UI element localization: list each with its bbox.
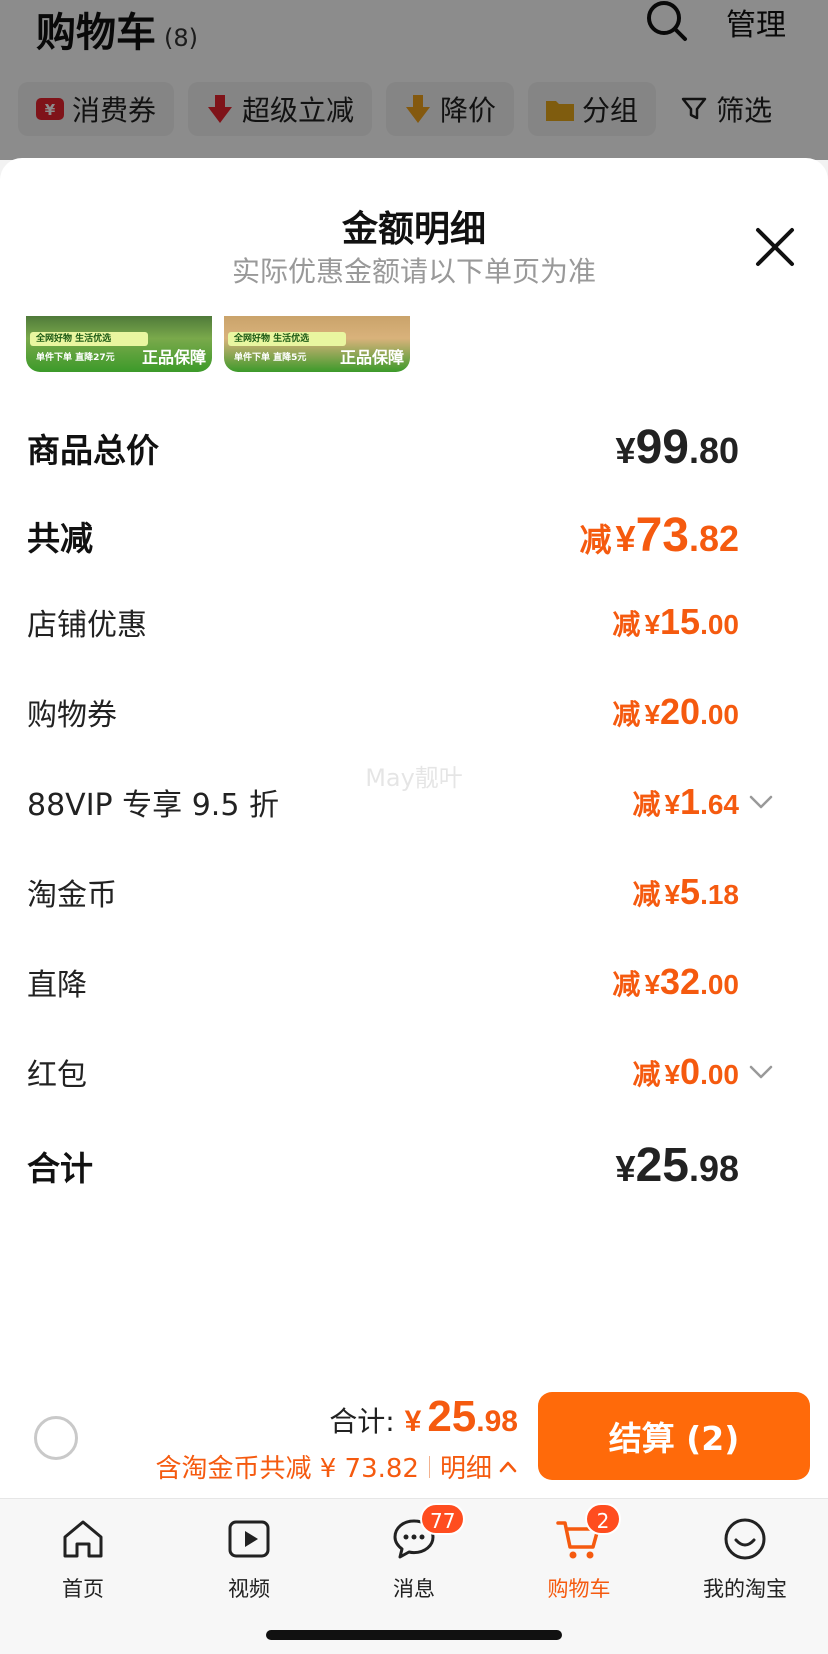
row-shop-discount: 店铺优惠 减 ¥15.00 xyxy=(27,600,775,644)
thumb-promo-text: 单件下单 直降5元 xyxy=(234,353,307,363)
sheet-subtitle: 实际优惠金额请以下单页为准 xyxy=(231,255,596,288)
smile-icon xyxy=(724,1518,766,1560)
checkout-button[interactable]: 结算 (2) xyxy=(538,1392,810,1480)
tab-label: 视频 xyxy=(228,1577,270,1601)
row-total-discount: 共减 减 ¥73.82 xyxy=(27,508,775,563)
tab-label: 我的淘宝 xyxy=(703,1577,787,1601)
overlay-dim[interactable] xyxy=(0,0,828,160)
detail-toggle[interactable]: 明细 xyxy=(440,1448,518,1485)
row-label: 合计 xyxy=(27,1148,93,1188)
select-all-checkbox[interactable] xyxy=(34,1416,78,1460)
row-label: 共减 xyxy=(27,518,93,558)
amount-value: 减 ¥73.82 xyxy=(579,509,739,562)
row-direct-discount: 直降 减 ¥32.00 xyxy=(27,960,775,1004)
total-amount: ¥25.98 xyxy=(404,1392,518,1441)
row-label: 购物券 xyxy=(27,698,117,733)
tab-messages[interactable]: 77 消息 xyxy=(344,1503,484,1603)
tab-label: 购物车 xyxy=(547,1577,611,1601)
amount-value: ¥99.80 xyxy=(615,421,739,474)
row-label: 红包 xyxy=(27,1058,87,1093)
tab-label: 消息 xyxy=(393,1577,435,1601)
product-thumbnail[interactable]: 全网好物 生活优选 单件下单 直降5元 正品保障 xyxy=(224,316,410,372)
amount-value: 减 ¥20.00 xyxy=(612,691,739,732)
row-shopping-coupon: 购物券 减 ¥20.00 xyxy=(27,690,775,734)
sheet-title: 金额明细 xyxy=(341,209,486,250)
chevron-down-icon[interactable] xyxy=(747,1058,775,1086)
video-icon xyxy=(228,1520,270,1558)
cart-badge: 2 xyxy=(585,1503,621,1535)
home-icon xyxy=(63,1520,103,1558)
thumb-promo-text: 单件下单 直降27元 xyxy=(36,353,115,363)
saving-summary: 含淘金币共减 ¥ 73.82 明细 xyxy=(155,1448,518,1485)
watermark: May靓叶 xyxy=(365,764,463,792)
row-red-packet[interactable]: 红包 减 ¥0.00 xyxy=(27,1050,775,1094)
row-label: 直降 xyxy=(27,968,87,1003)
amount-value: 减 ¥32.00 xyxy=(612,961,739,1002)
row-sum: 合计 ¥25.98 xyxy=(27,1138,775,1193)
total-label: 合计: xyxy=(329,1405,395,1438)
product-thumbnail[interactable]: 全网好物 生活优选 单件下单 直降27元 正品保障 xyxy=(26,316,212,372)
checkout-bar: 合计: ¥25.98 含淘金币共减 ¥ 73.82 明细 结算 (2) xyxy=(0,1380,828,1498)
close-icon[interactable] xyxy=(752,224,798,270)
amount-value: ¥25.98 xyxy=(615,1139,739,1192)
amount-value: 减 ¥0.00 xyxy=(632,1051,739,1092)
tab-video[interactable]: 视频 xyxy=(179,1515,319,1603)
detail-label: 明细 xyxy=(439,1454,492,1484)
home-indicator xyxy=(266,1630,562,1640)
chevron-up-icon xyxy=(499,1461,517,1472)
thumb-badge: 正品保障 xyxy=(339,348,404,367)
saving-text: 含淘金币共减 ¥ 73.82 xyxy=(155,1454,419,1484)
checkout-total: 合计: ¥25.98 xyxy=(329,1392,518,1442)
row-label: 商品总价 xyxy=(27,430,159,470)
amount-value: 减 ¥15.00 xyxy=(612,601,739,642)
thumb-banner-text: 全网好物 生活优选 xyxy=(30,332,148,346)
row-taojinbi: 淘金币 减 ¥5.18 xyxy=(27,870,775,914)
product-thumbnails: 全网好物 生活优选 单件下单 直降27元 正品保障 全网好物 生活优选 单件下单… xyxy=(26,316,410,372)
divider xyxy=(428,1455,430,1478)
row-goods-total: 商品总价 ¥99.80 xyxy=(27,420,775,475)
thumb-banner-text: 全网好物 生活优选 xyxy=(228,332,346,346)
amount-detail-sheet: 金额明细 实际优惠金额请以下单页为准 全网好物 生活优选 单件下单 直降27元 … xyxy=(0,158,828,1498)
row-label: 店铺优惠 xyxy=(27,608,147,643)
cart-icon-wrap: 2 xyxy=(555,1503,621,1563)
tab-my-taobao[interactable]: 我的淘宝 xyxy=(675,1515,815,1603)
tab-cart[interactable]: 2 购物车 xyxy=(509,1503,649,1603)
unread-badge: 77 xyxy=(420,1503,466,1535)
tab-label: 首页 xyxy=(62,1577,104,1601)
message-icon-wrap: 77 xyxy=(390,1503,466,1563)
amount-value: 减 ¥5.18 xyxy=(632,871,739,912)
tab-home[interactable]: 首页 xyxy=(13,1515,153,1603)
row-label: 淘金币 xyxy=(27,878,117,913)
thumb-badge: 正品保障 xyxy=(141,348,206,367)
